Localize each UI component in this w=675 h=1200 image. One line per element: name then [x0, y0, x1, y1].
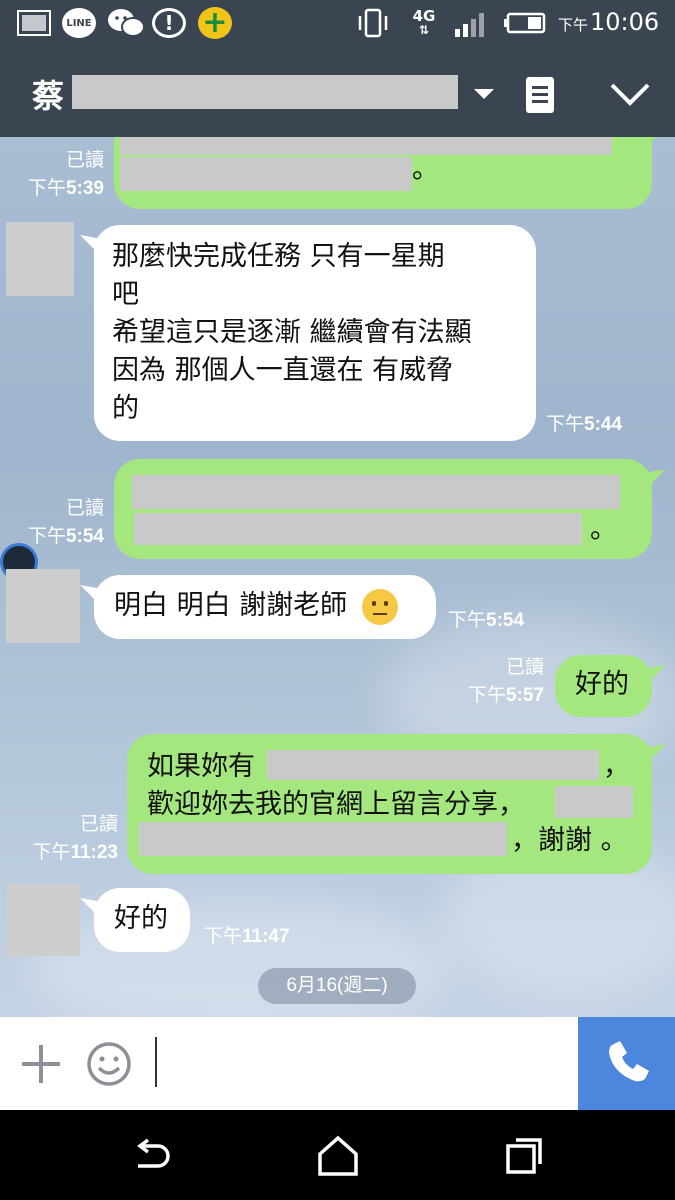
message-text: ，謝謝 。	[511, 825, 628, 856]
phone-icon	[609, 1041, 649, 1082]
outgoing-message[interactable]: 好的	[555, 655, 652, 717]
wechat-icon	[106, 7, 146, 39]
redacted-text	[139, 822, 507, 856]
incoming-message[interactable]: 明白 明白 謝謝老師	[94, 575, 436, 639]
outgoing-message[interactable]: 。	[114, 459, 652, 559]
redacted-text	[555, 786, 633, 818]
chat-header: 蔡	[0, 47, 675, 137]
chat-area[interactable]: 。 已讀 下午5:39 那麼快完成任務 只有一星期 吧 希望這只是逐漸 繼續會有…	[0, 137, 675, 1017]
message-input[interactable]	[155, 1037, 157, 1087]
emoji-icon[interactable]	[86, 1041, 132, 1087]
alert-icon: !	[152, 8, 186, 38]
incoming-message[interactable]: 好的	[94, 888, 190, 952]
message-text: 歡迎妳去我的官網上留言分享，	[147, 789, 525, 820]
message-text: 如果妳有	[147, 751, 255, 782]
redacted-text	[120, 157, 412, 191]
call-button[interactable]	[578, 1017, 675, 1110]
redacted-text	[132, 475, 620, 509]
message-text: 。	[590, 514, 617, 545]
status-bar: LINE ! + 4G ⇅ 下午10:06	[0, 0, 675, 47]
message-meta: 下午5:44	[546, 414, 623, 435]
redacted-text	[120, 137, 612, 155]
chat-title[interactable]: 蔡	[32, 71, 64, 117]
message-text: 。	[412, 154, 439, 185]
date-divider: 6月16(週二)	[258, 968, 416, 1004]
redacted-text	[267, 750, 599, 780]
back-icon[interactable]	[128, 1132, 176, 1180]
input-bar	[0, 1017, 675, 1110]
avatar[interactable]	[6, 569, 80, 643]
notes-icon[interactable]	[524, 75, 556, 115]
message-meta: 下午11:47	[204, 926, 290, 947]
redacted-text	[134, 513, 582, 545]
message-text: 明白 明白 謝謝老師	[114, 590, 348, 621]
message-meta: 已讀 下午11:23	[32, 814, 118, 863]
status-time: 下午10:06	[558, 8, 660, 36]
collapse-icon[interactable]	[608, 77, 652, 111]
message-line: 吧	[112, 279, 139, 310]
navigation-bar	[0, 1110, 675, 1200]
message-meta: 已讀 下午5:54	[27, 498, 104, 547]
message-line: 的	[112, 393, 139, 424]
line-app-icon: LINE	[62, 8, 96, 38]
message-line: 希望這只是逐漸 繼續會有法顯	[112, 317, 472, 348]
message-meta: 下午5:54	[448, 610, 525, 631]
vibrate-icon	[356, 7, 390, 39]
redacted-title	[72, 75, 458, 109]
message-line: 那麼快完成任務 只有一星期	[112, 241, 445, 272]
plus-icon[interactable]	[20, 1043, 62, 1085]
gallery-icon	[16, 7, 52, 39]
signal-icon	[452, 7, 492, 39]
message-text: 好的	[114, 903, 168, 934]
recents-icon[interactable]	[500, 1132, 548, 1180]
neutral-face-emoji-icon	[361, 588, 398, 625]
plus-app-icon: +	[198, 7, 232, 39]
chevron-down-icon[interactable]	[472, 81, 496, 105]
message-meta: 已讀 下午5:57	[467, 657, 544, 706]
avatar[interactable]	[6, 222, 74, 296]
outgoing-message[interactable]: 。	[114, 137, 652, 209]
message-text: 好的	[575, 669, 629, 700]
avatar[interactable]	[6, 884, 80, 956]
message-text: ，	[603, 751, 630, 782]
network-4g-icon: 4G ⇅	[412, 7, 436, 38]
home-icon[interactable]	[314, 1132, 362, 1180]
message-meta: 已讀 下午5:39	[27, 150, 104, 199]
battery-icon	[503, 7, 547, 39]
message-line: 因為 那個人一直還在 有威脅	[112, 355, 454, 386]
incoming-message[interactable]: 那麼快完成任務 只有一星期 吧 希望這只是逐漸 繼續會有法顯 因為 那個人一直還…	[94, 225, 536, 441]
outgoing-message[interactable]: 如果妳有 ， 歡迎妳去我的官網上留言分享， ，謝謝 。	[127, 734, 652, 874]
